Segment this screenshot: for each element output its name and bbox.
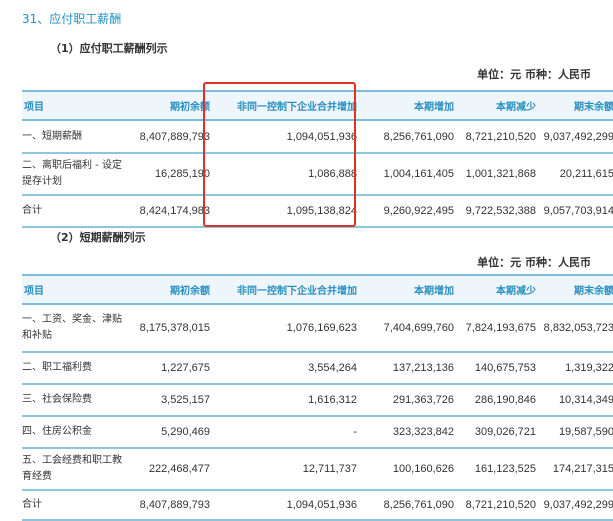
row-label: 三、社会保险费 <box>22 384 122 417</box>
cell-value: 8,721,210,520 <box>454 490 536 521</box>
column-header: 期初余额 <box>122 274 210 305</box>
cell-value: 140,675,753 <box>454 352 536 385</box>
column-header: 期末余额 <box>536 90 613 121</box>
row-label: 二、职工福利费 <box>22 352 122 385</box>
cell-value: 8,256,761,090 <box>357 120 454 154</box>
column-header: 项目 <box>22 90 122 121</box>
cell-value: 174,217,315 <box>536 448 613 491</box>
cell-value: 3,525,157 <box>122 384 210 417</box>
table-row: 三、社会保险费 3,525,157 1,616,312 291,363,726 286,… <box>22 384 613 417</box>
cell-value: 19,587,590 <box>536 416 613 449</box>
cell-value: 9,037,492,299 <box>536 120 613 154</box>
row-label: 四、住房公积金 <box>22 416 122 449</box>
table2-subtitle: （2）短期薪酬列示 <box>50 231 146 244</box>
column-header: 期初余额 <box>122 90 210 121</box>
cell-value: 137,213,136 <box>357 352 454 385</box>
cell-value: 1,616,312 <box>210 384 357 417</box>
row-label: 一、短期薪酬 <box>22 120 122 154</box>
cell-value: 8,407,889,793 <box>122 490 210 521</box>
row-label: 合计 <box>22 195 122 228</box>
row-label: 五、工会经费和职工教育经费 <box>22 448 122 491</box>
cell-value: 1,001,321,868 <box>454 153 536 196</box>
cell-value: 7,824,193,675 <box>454 304 536 353</box>
table-row: 合计 8,407,889,793 1,094,051,936 8,256,761,09… <box>22 490 613 521</box>
cell-value: 7,404,699,760 <box>357 304 454 353</box>
cell-value: 12,711,737 <box>210 448 357 491</box>
cell-value: 323,323,842 <box>357 416 454 449</box>
highlight-box <box>203 82 356 227</box>
cell-value: 8,256,761,090 <box>357 490 454 521</box>
cell-value: 161,123,525 <box>454 448 536 491</box>
cell-value: 286,190,846 <box>454 384 536 417</box>
table-row: 二、职工福利费 1,227,675 3,554,264 137,213,136 140,… <box>22 352 613 385</box>
header-row: 项目 期初余额 非同一控制下企业合并增加 本期增加 本期减少 期末余额 <box>22 274 613 305</box>
cell-value: 9,260,922,495 <box>357 195 454 228</box>
cell-value: 8,832,053,723 <box>536 304 613 353</box>
cell-value: 1,004,161,405 <box>357 153 454 196</box>
cell-value: 100,160,626 <box>357 448 454 491</box>
cell-value: 8,407,889,793 <box>122 120 210 154</box>
cell-value: 3,554,264 <box>210 352 357 385</box>
column-header: 非同一控制下企业合并增加 <box>210 274 357 305</box>
row-label: 二、离职后福利 - 设定提存计划 <box>22 153 122 196</box>
cell-value: 1,319,322 <box>536 352 613 385</box>
column-header: 期末余额 <box>536 274 613 305</box>
cell-value: - <box>210 416 357 449</box>
cell-value: 291,363,726 <box>357 384 454 417</box>
table-row: 一、工资、奖金、津贴和补贴 8,175,378,015 1,076,169,623 7… <box>22 304 613 353</box>
cell-value: 1,076,169,623 <box>210 304 357 353</box>
cell-value: 8,721,210,520 <box>454 120 536 154</box>
cell-value: 16,285,190 <box>122 153 210 196</box>
cell-value: 20,211,615 <box>536 153 613 196</box>
short-term-pay-table: 项目 期初余额 非同一控制下企业合并增加 本期增加 本期减少 期末余额 一、工资、奖金、津贴… <box>22 274 613 521</box>
column-header: 项目 <box>22 274 122 305</box>
table1-unit: 单位：元 币种：人民币 <box>477 68 591 81</box>
table-row: 五、工会经费和职工教育经费 222,468,477 12,711,737 100,16… <box>22 448 613 491</box>
cell-value: 9,722,532,388 <box>454 195 536 228</box>
cell-value: 1,227,675 <box>122 352 210 385</box>
column-header: 本期增加 <box>357 90 454 121</box>
cell-value: 10,314,349 <box>536 384 613 417</box>
column-header: 本期减少 <box>454 90 536 121</box>
cell-value: 9,057,703,914 <box>536 195 613 228</box>
cell-value: 5,290,469 <box>122 416 210 449</box>
cell-value: 8,175,378,015 <box>122 304 210 353</box>
cell-value: 8,424,174,983 <box>122 195 210 228</box>
table-row: 四、住房公积金 5,290,469-323,323,842 309,026,721 1… <box>22 416 613 449</box>
column-header: 本期减少 <box>454 274 536 305</box>
column-header: 本期增加 <box>357 274 454 305</box>
section-title: 31、应付职工薪酬 <box>22 12 122 26</box>
cell-value: 309,026,721 <box>454 416 536 449</box>
row-label: 一、工资、奖金、津贴和补贴 <box>22 304 122 353</box>
cell-value: 9,037,492,299 <box>536 490 613 521</box>
table2-unit: 单位：元 币种：人民币 <box>477 256 591 269</box>
cell-value: 1,094,051,936 <box>210 490 357 521</box>
table1-subtitle: （1）应付职工薪酬列示 <box>50 42 168 55</box>
row-label: 合计 <box>22 490 122 521</box>
cell-value: 222,468,477 <box>122 448 210 491</box>
